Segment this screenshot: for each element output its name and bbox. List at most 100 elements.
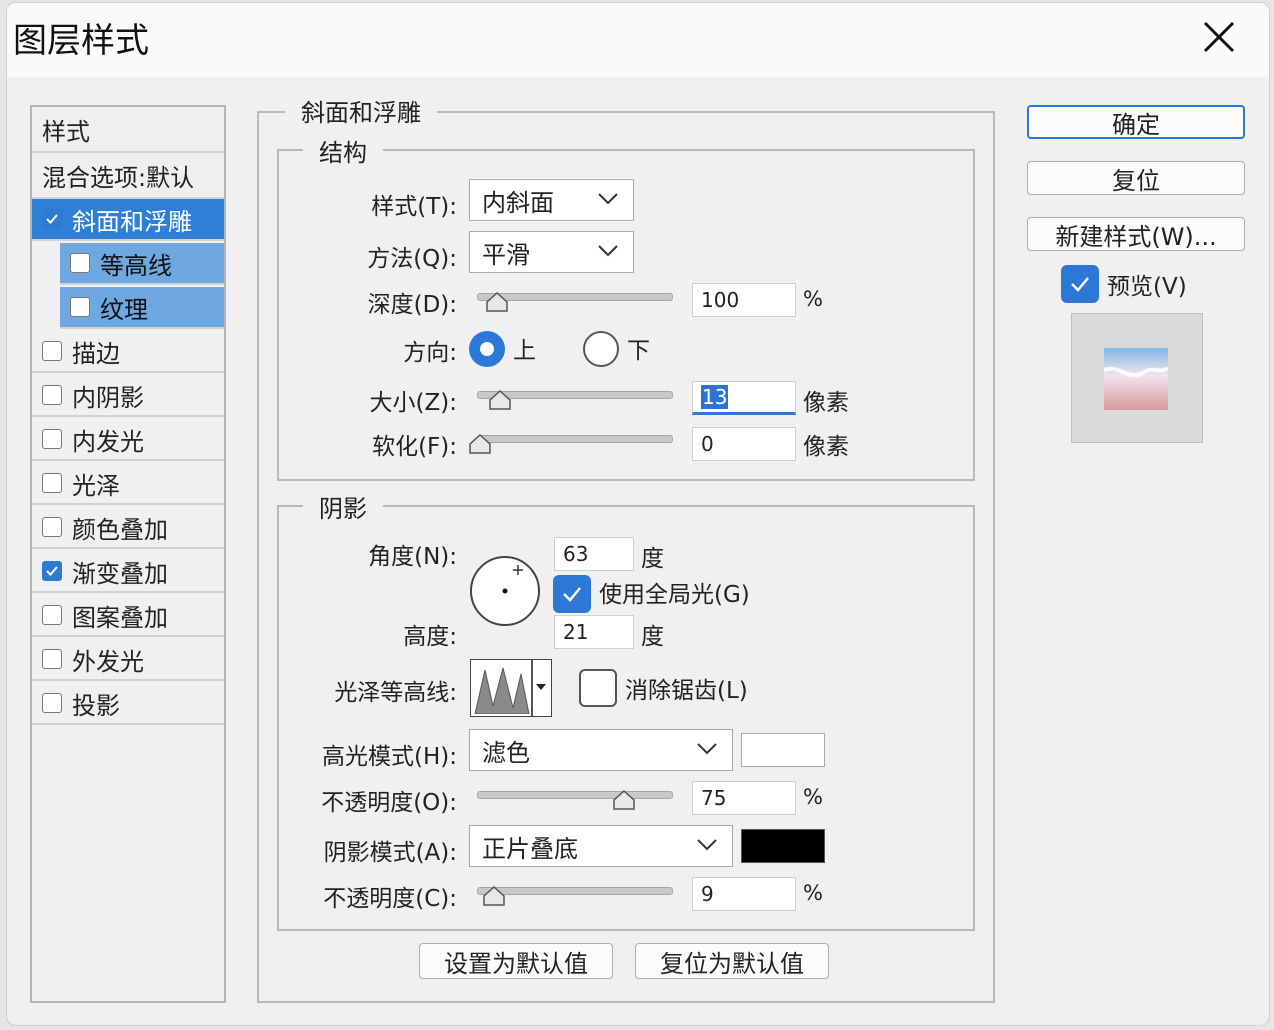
slider-thumb-icon[interactable] [469, 434, 491, 454]
style-item-color-overlay[interactable]: 颜色叠加 [32, 507, 224, 549]
style-item-inner-shadow[interactable]: 内阴影 [32, 375, 224, 417]
highlight-mode-select[interactable]: 滤色 [469, 729, 733, 771]
close-icon [1203, 21, 1235, 53]
chevron-down-icon [598, 245, 618, 257]
preview-checkbox[interactable] [1061, 265, 1099, 303]
style-item-bevel-emboss[interactable]: 斜面和浮雕 [32, 199, 224, 241]
shadow-mode-label: 阴影模式(A): [323, 840, 457, 866]
size-unit: 像素 [803, 390, 849, 416]
shadow-opacity-input[interactable]: 9 [692, 877, 796, 911]
title-bar: 图层样式 [7, 3, 1269, 77]
reset-button[interactable]: 复位 [1027, 161, 1245, 195]
size-label: 大小(Z): [369, 390, 457, 416]
global-light-label: 使用全局光(G) [599, 582, 750, 608]
style-item-outer-glow[interactable]: 外发光 [32, 639, 224, 681]
size-input[interactable]: 13 [692, 381, 796, 415]
shading-title: 阴影 [303, 489, 383, 524]
shadow-color-swatch[interactable] [741, 829, 825, 863]
close-button[interactable] [1195, 13, 1243, 61]
soften-label: 软化(F): [372, 434, 457, 460]
gloss-contour-picker[interactable] [470, 659, 552, 717]
layer-style-dialog: 图层样式 样式 混合选项:默认 斜面和浮雕 等高线 纹理 描边 内阴影 内发光 … [6, 2, 1270, 1026]
checkmark-icon [1071, 277, 1089, 292]
antialias-label: 消除锯齿(L) [625, 678, 748, 704]
bevel-emboss-checkbox[interactable] [42, 209, 62, 229]
direction-up-radio[interactable] [469, 331, 505, 367]
angle-dial[interactable] [469, 555, 541, 631]
size-slider[interactable] [477, 385, 673, 415]
highlight-opacity-slider[interactable] [477, 785, 673, 815]
dropdown-arrow-icon [536, 684, 546, 690]
reset-to-default-button[interactable]: 复位为默认值 [635, 943, 829, 979]
bevel-emboss-title: 斜面和浮雕 [285, 93, 437, 128]
pattern-overlay-checkbox[interactable] [42, 605, 62, 625]
satin-checkbox[interactable] [42, 473, 62, 493]
highlight-mode-label: 高光模式(H): [322, 744, 457, 770]
slider-thumb-icon[interactable] [613, 790, 635, 810]
checkmark-icon [563, 587, 581, 602]
style-item-texture[interactable]: 纹理 [60, 287, 224, 329]
inner-shadow-checkbox[interactable] [42, 385, 62, 405]
preview-thumbnail [1071, 313, 1203, 443]
shadow-opacity-unit: % [803, 881, 823, 905]
direction-label: 方向: [403, 340, 457, 366]
depth-input[interactable]: 100 [692, 283, 796, 317]
style-item-pattern-overlay[interactable]: 图案叠加 [32, 595, 224, 637]
checkmark-icon [46, 566, 58, 576]
contour-checkbox[interactable] [70, 253, 90, 273]
texture-checkbox[interactable] [70, 297, 90, 317]
style-item-inner-glow[interactable]: 内发光 [32, 419, 224, 461]
depth-slider[interactable] [477, 287, 673, 317]
altitude-input[interactable]: 21 [554, 615, 634, 649]
structure-title: 结构 [303, 133, 383, 168]
direction-down-label: 下 [627, 338, 650, 364]
antialias-checkbox[interactable] [579, 669, 617, 707]
style-list: 样式 混合选项:默认 斜面和浮雕 等高线 纹理 描边 内阴影 内发光 光泽 颜色… [30, 105, 226, 1003]
new-style-button[interactable]: 新建样式(W)... [1027, 217, 1245, 251]
ok-button[interactable]: 确定 [1027, 105, 1245, 139]
highlight-opacity-input[interactable]: 75 [692, 781, 796, 815]
gradient-overlay-checkbox[interactable] [42, 561, 62, 581]
shadow-opacity-slider[interactable] [477, 881, 673, 911]
technique-select[interactable]: 平滑 [469, 231, 634, 273]
style-item-drop-shadow[interactable]: 投影 [32, 683, 224, 725]
slider-thumb-icon[interactable] [483, 886, 505, 906]
drop-shadow-checkbox[interactable] [42, 693, 62, 713]
slider-thumb-icon[interactable] [489, 390, 511, 410]
shadow-opacity-label: 不透明度(C): [323, 886, 457, 912]
chevron-down-icon [598, 193, 618, 205]
slider-track [477, 791, 673, 799]
soften-unit: 像素 [803, 434, 849, 460]
slider-track [477, 887, 673, 895]
dialog-title: 图层样式 [13, 21, 149, 61]
style-label: 样式(T): [371, 194, 457, 220]
style-item-contour[interactable]: 等高线 [60, 243, 224, 285]
global-light-checkbox[interactable] [553, 575, 591, 613]
slider-thumb-icon[interactable] [486, 292, 508, 312]
depth-label: 深度(D): [367, 292, 457, 318]
soften-input[interactable]: 0 [692, 427, 796, 461]
stroke-checkbox[interactable] [42, 341, 62, 361]
chevron-down-icon [697, 839, 717, 851]
style-item-stroke[interactable]: 描边 [32, 331, 224, 373]
outer-glow-checkbox[interactable] [42, 649, 62, 669]
style-item-gradient-overlay[interactable]: 渐变叠加 [32, 551, 224, 593]
soften-slider[interactable] [469, 429, 673, 459]
color-overlay-checkbox[interactable] [42, 517, 62, 537]
angle-input[interactable]: 63 [554, 537, 634, 571]
depth-unit: % [803, 287, 823, 311]
style-select[interactable]: 内斜面 [469, 179, 634, 221]
angle-dial-icon [470, 556, 540, 626]
highlight-color-swatch[interactable] [741, 733, 825, 767]
contour-divider [531, 660, 533, 716]
direction-down-radio[interactable] [583, 331, 619, 367]
style-item-satin[interactable]: 光泽 [32, 463, 224, 505]
make-default-button[interactable]: 设置为默认值 [419, 943, 613, 979]
highlight-opacity-label: 不透明度(O): [321, 790, 457, 816]
inner-glow-checkbox[interactable] [42, 429, 62, 449]
shadow-mode-select[interactable]: 正片叠底 [469, 825, 733, 867]
slider-track [477, 435, 673, 443]
blend-options-item[interactable]: 混合选项:默认 [32, 153, 224, 199]
angle-label: 角度(N): [368, 544, 457, 570]
chevron-down-icon [697, 743, 717, 755]
